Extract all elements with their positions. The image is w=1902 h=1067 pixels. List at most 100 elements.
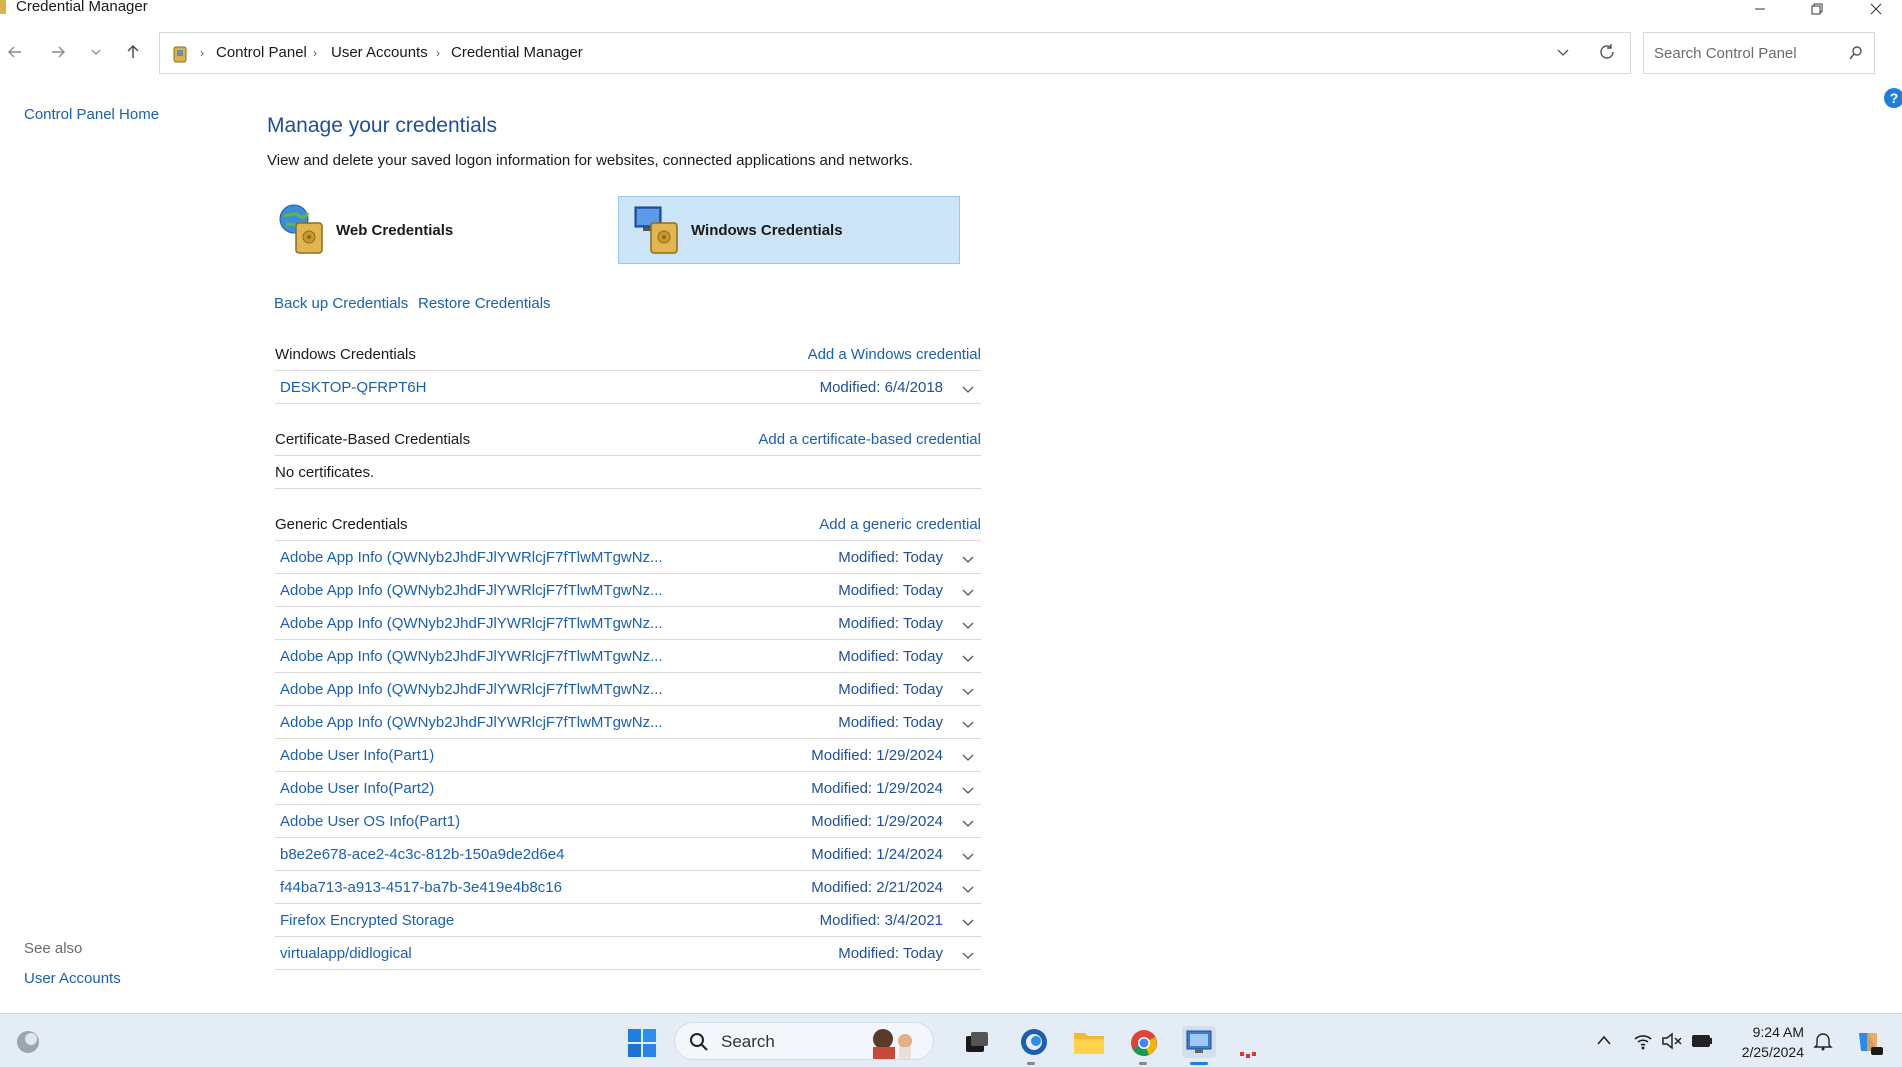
file-explorer-icon[interactable] <box>1072 1027 1106 1057</box>
expand-chevron-icon[interactable] <box>961 382 975 400</box>
credential-name[interactable]: Adobe User OS Info(Part1) <box>280 813 460 830</box>
clock-time: 9:24 AM <box>1752 1024 1804 1040</box>
credential-row[interactable]: Firefox Encrypted Storage Modified: 3/4/2… <box>275 904 981 937</box>
search-icon[interactable] <box>1848 45 1864 66</box>
expand-chevron-icon[interactable] <box>961 717 975 735</box>
credential-name[interactable]: Adobe App Info (QWNyb2JhdFJlYWRlcjF7fTlw… <box>280 714 663 731</box>
credential-name[interactable]: Firefox Encrypted Storage <box>280 912 454 929</box>
credential-row[interactable]: Adobe User Info(Part2) Modified: 1/29/202… <box>275 772 981 805</box>
minimize-button[interactable] <box>1740 0 1780 18</box>
breadcrumb-credential-manager[interactable]: Credential Manager <box>451 44 583 61</box>
credential-row[interactable]: Adobe App Info (QWNyb2JhdFJlYWRlcjF7fTlw… <box>275 607 981 640</box>
credential-name[interactable]: Adobe User Info(Part1) <box>280 747 434 764</box>
edge-dev-icon[interactable] <box>1018 1026 1050 1058</box>
expand-chevron-icon[interactable] <box>961 783 975 801</box>
expand-chevron-icon[interactable] <box>961 585 975 603</box>
credential-modified: Modified: 2/21/2024 <box>811 879 943 896</box>
add-generic-credential-link[interactable]: Add a generic credential <box>819 516 981 533</box>
search-highlight-icon <box>873 1029 912 1059</box>
expand-chevron-icon[interactable] <box>961 750 975 768</box>
credential-row[interactable]: Adobe App Info (QWNyb2JhdFJlYWRlcjF7fTlw… <box>275 574 981 607</box>
search-control-panel-input[interactable]: Search Control Panel <box>1643 32 1875 74</box>
restore-credentials-link[interactable]: Restore Credentials <box>418 295 551 312</box>
add-certificate-credential-link[interactable]: Add a certificate-based credential <box>758 431 981 448</box>
battery-icon[interactable] <box>1690 1030 1714 1052</box>
certificate-credentials-section-header: Certificate-Based Credentials Add a cert… <box>275 423 981 456</box>
breadcrumb-user-accounts[interactable]: User Accounts <box>331 44 428 61</box>
restore-button[interactable] <box>1797 0 1837 18</box>
control-panel-taskbar-icon[interactable] <box>1182 1026 1216 1058</box>
control-panel-home-link[interactable]: Control Panel Home <box>24 106 159 123</box>
credential-modified: Modified: 1/29/2024 <box>811 780 943 797</box>
breadcrumb-control-panel[interactable]: Control Panel <box>216 44 307 61</box>
volume-muted-icon[interactable] <box>1660 1030 1684 1052</box>
expand-chevron-icon[interactable] <box>961 915 975 933</box>
credential-row[interactable]: b8e2e678-ace2-4c3c-812b-150a9de2d6e4 Modi… <box>275 838 981 871</box>
show-hidden-icons-chevron-icon[interactable] <box>1594 1030 1614 1050</box>
credential-modified: Modified: 6/4/2018 <box>819 379 943 396</box>
windows-credentials-label: Windows Credentials <box>691 221 843 239</box>
close-button[interactable] <box>1856 0 1896 18</box>
forward-button[interactable] <box>46 40 70 64</box>
open-app-indicator <box>1139 1062 1147 1065</box>
credential-name[interactable]: Adobe App Info (QWNyb2JhdFJlYWRlcjF7fTlw… <box>280 681 663 698</box>
address-bar[interactable]: › Control Panel › User Accounts › Creden… <box>159 32 1631 74</box>
credential-name[interactable]: Adobe App Info (QWNyb2JhdFJlYWRlcjF7fTlw… <box>280 549 663 566</box>
credential-row[interactable]: Adobe App Info (QWNyb2JhdFJlYWRlcjF7fTlw… <box>275 706 981 739</box>
title-bar: Credential Manager <box>0 0 1902 18</box>
credential-manager-app-icon <box>0 0 6 14</box>
credential-modified: Modified: 1/29/2024 <box>811 813 943 830</box>
credential-name[interactable]: Adobe User Info(Part2) <box>280 780 434 797</box>
task-view-icon[interactable] <box>962 1028 992 1058</box>
credential-modified: Modified: Today <box>838 648 943 665</box>
up-button[interactable] <box>121 40 145 64</box>
credential-row[interactable]: Adobe App Info (QWNyb2JhdFJlYWRlcjF7fTlw… <box>275 673 981 706</box>
notifications-icon[interactable] <box>1812 1030 1834 1052</box>
open-app-indicator <box>1027 1062 1035 1065</box>
credential-row[interactable]: virtualapp/didlogical Modified: Today <box>275 937 981 970</box>
credential-name[interactable]: Adobe App Info (QWNyb2JhdFJlYWRlcjF7fTlw… <box>280 582 663 599</box>
credential-row[interactable]: DESKTOP-QFRPT6H Modified: 6/4/2018 <box>275 371 981 404</box>
credential-name[interactable]: Adobe App Info (QWNyb2JhdFJlYWRlcjF7fTlw… <box>280 615 663 632</box>
wifi-icon[interactable] <box>1632 1030 1654 1052</box>
expand-chevron-icon[interactable] <box>961 948 975 966</box>
start-icon[interactable] <box>626 1027 658 1059</box>
refresh-button[interactable] <box>1598 43 1616 66</box>
expand-chevron-icon[interactable] <box>961 849 975 867</box>
expand-chevron-icon[interactable] <box>961 651 975 669</box>
backup-credentials-link[interactable]: Back up Credentials <box>274 295 408 312</box>
credential-name[interactable]: f44ba713-a913-4517-ba7b-3e419e4b8c16 <box>280 879 562 896</box>
breadcrumb-separator[interactable]: › <box>313 46 317 60</box>
taskbar-clock[interactable]: 9:24 AM 2/25/2024 <box>1742 1022 1804 1062</box>
credential-name[interactable]: DESKTOP-QFRPT6H <box>280 379 426 396</box>
add-windows-credential-link[interactable]: Add a Windows credential <box>808 346 981 363</box>
copilot-icon[interactable] <box>1852 1026 1884 1058</box>
expand-chevron-icon[interactable] <box>961 684 975 702</box>
chrome-icon[interactable] <box>1128 1027 1160 1059</box>
breadcrumb-separator[interactable]: › <box>436 46 440 60</box>
user-accounts-link[interactable]: User Accounts <box>24 970 121 987</box>
windows-credentials-tile[interactable]: Windows Credentials <box>618 196 960 264</box>
web-credentials-tile[interactable]: Web Credentials <box>278 196 578 264</box>
credential-row[interactable]: Adobe User Info(Part1) Modified: 1/29/202… <box>275 739 981 772</box>
expand-chevron-icon[interactable] <box>961 552 975 570</box>
address-dropdown-button[interactable] <box>1556 45 1570 64</box>
widgets-icon[interactable] <box>14 1028 42 1056</box>
taskbar-search-box[interactable]: Search <box>674 1022 934 1060</box>
expand-chevron-icon[interactable] <box>961 618 975 636</box>
credential-name[interactable]: virtualapp/didlogical <box>280 945 412 962</box>
credential-row[interactable]: Adobe User OS Info(Part1) Modified: 1/29/… <box>275 805 981 838</box>
expand-chevron-icon[interactable] <box>961 882 975 900</box>
credential-name[interactable]: Adobe App Info (QWNyb2JhdFJlYWRlcjF7fTlw… <box>280 648 663 665</box>
credential-row[interactable]: f44ba713-a913-4517-ba7b-3e419e4b8c16 Modi… <box>275 871 981 904</box>
recent-locations-button[interactable] <box>84 40 108 64</box>
credential-row[interactable]: Adobe App Info (QWNyb2JhdFJlYWRlcjF7fTlw… <box>275 541 981 574</box>
extra-app-icon[interactable] <box>1240 1050 1256 1060</box>
help-icon[interactable]: ? <box>1884 88 1902 108</box>
credential-row[interactable]: Adobe App Info (QWNyb2JhdFJlYWRlcjF7fTlw… <box>275 640 981 673</box>
windows-credentials-section-header: Windows Credentials Add a Windows creden… <box>275 338 981 371</box>
back-button[interactable] <box>3 40 27 64</box>
clock-date: 2/25/2024 <box>1741 1044 1804 1060</box>
credential-name[interactable]: b8e2e678-ace2-4c3c-812b-150a9de2d6e4 <box>280 846 564 863</box>
expand-chevron-icon[interactable] <box>961 816 975 834</box>
